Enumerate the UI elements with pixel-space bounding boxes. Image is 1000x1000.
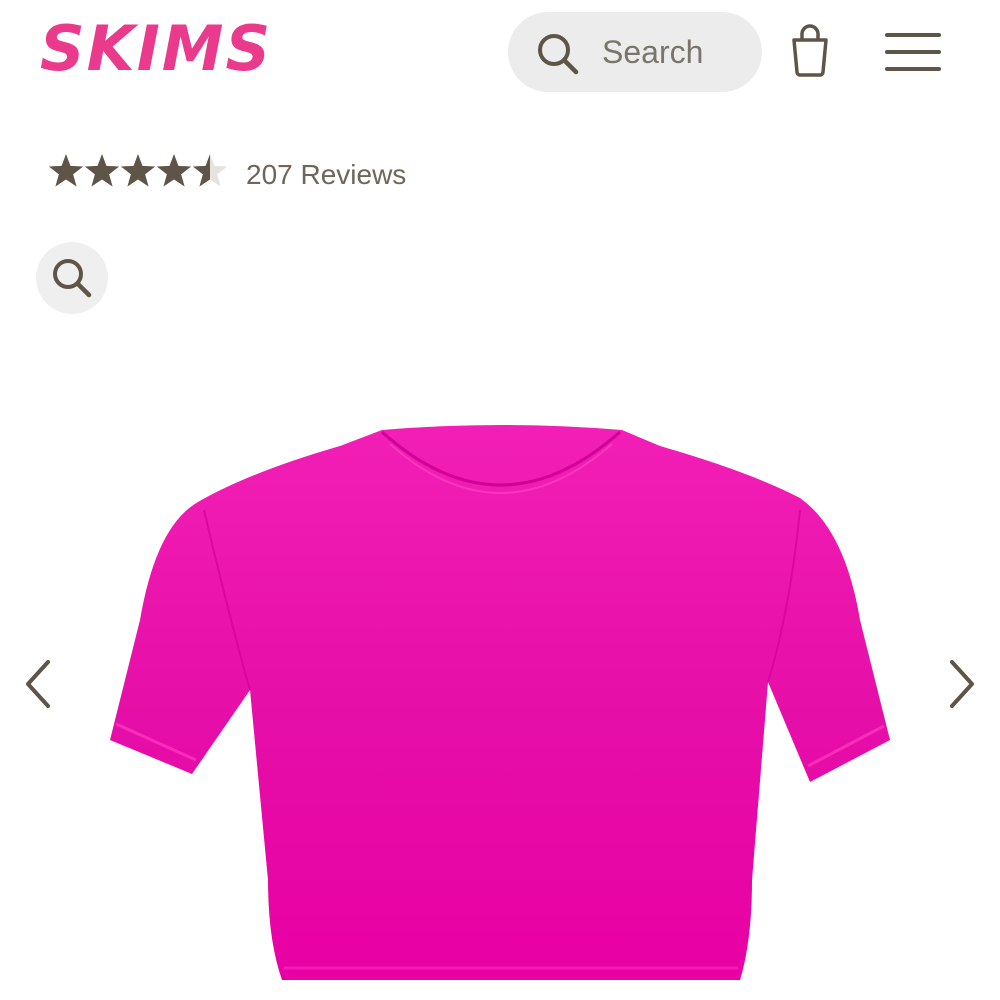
shopping-bag-icon[interactable] [790, 24, 830, 78]
product-image [110, 425, 890, 980]
site-header: SKIMS Search [0, 0, 1000, 110]
hamburger-menu-icon[interactable] [884, 30, 942, 74]
review-count[interactable]: 207 Reviews [246, 158, 406, 192]
chevron-left-icon[interactable] [20, 656, 56, 712]
star-3 [120, 154, 156, 187]
search-bar[interactable]: Search [508, 12, 762, 92]
star-5 [192, 154, 228, 187]
tshirt-body [110, 425, 890, 980]
chevron-right-icon[interactable] [944, 656, 980, 712]
star-4 [156, 154, 192, 187]
search-icon [538, 34, 579, 75]
star-rating [48, 154, 228, 187]
search-placeholder: Search [602, 34, 704, 70]
star-1 [48, 154, 84, 187]
skims-logo[interactable]: SKIMS [40, 14, 272, 84]
magnifier-icon [53, 259, 92, 298]
star-2 [84, 154, 120, 187]
zoom-button[interactable] [36, 242, 108, 314]
